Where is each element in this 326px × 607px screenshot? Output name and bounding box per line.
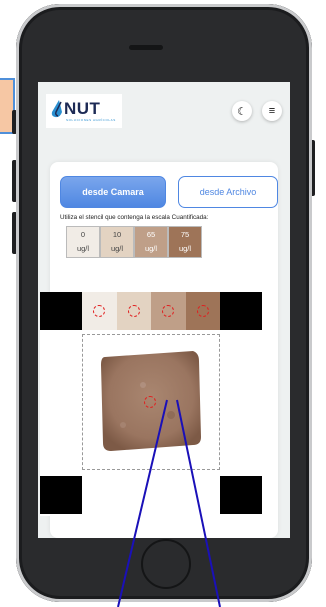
annotation-lines [117,399,221,607]
annotation-line-left [117,399,168,607]
annotation-line-right [176,399,221,607]
